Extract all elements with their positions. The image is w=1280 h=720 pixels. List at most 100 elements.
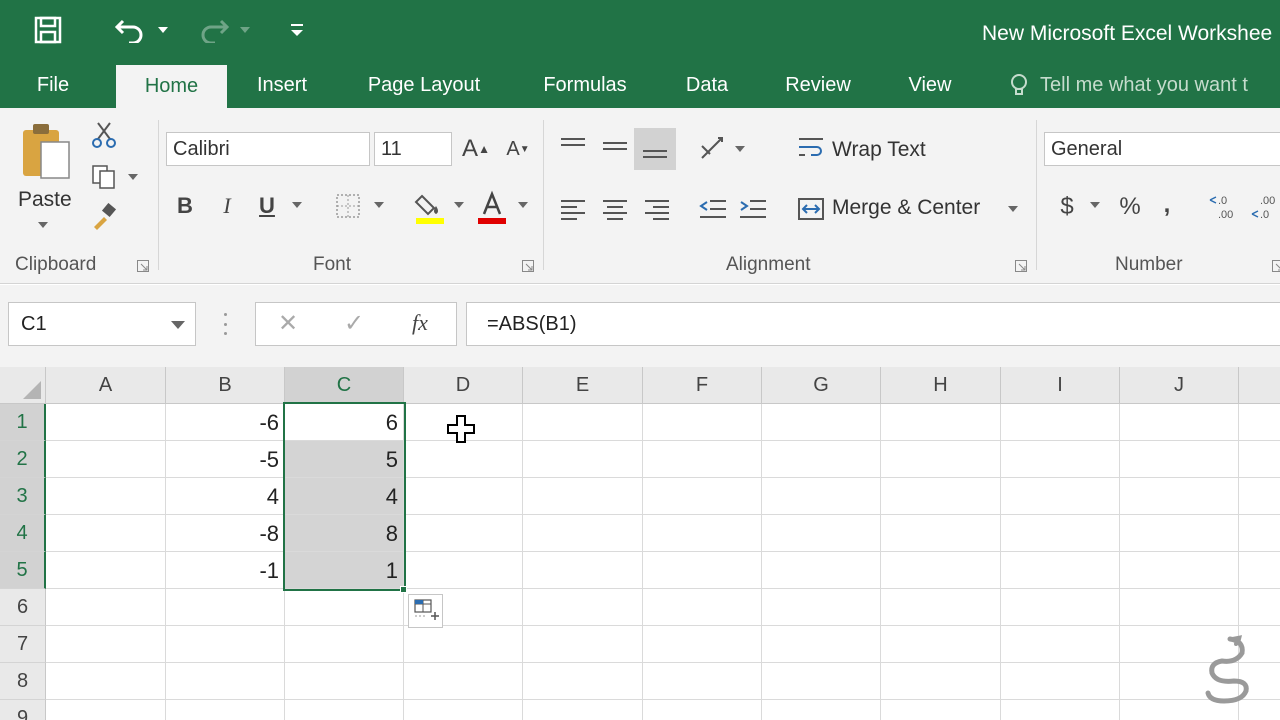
row-header-7[interactable]: 7 — [0, 626, 46, 663]
redo-dropdown-icon[interactable] — [236, 14, 254, 46]
cell-b5[interactable]: -1 — [166, 552, 285, 589]
comma-button[interactable]: , — [1158, 188, 1176, 222]
column-header-h[interactable]: H — [881, 367, 1001, 404]
row-header-6[interactable]: 6 — [0, 589, 46, 626]
font-size-select[interactable]: 11 — [374, 132, 452, 166]
number-launcher-icon[interactable] — [1272, 260, 1280, 272]
bold-button[interactable]: B — [172, 190, 198, 222]
cell-c4[interactable]: 8 — [285, 515, 404, 552]
underline-dropdown-icon[interactable] — [290, 200, 304, 210]
paste-label[interactable]: Paste — [18, 188, 72, 212]
row-header-1[interactable]: 1 — [0, 404, 46, 441]
save-icon[interactable] — [30, 14, 66, 46]
cell-c3[interactable]: 4 — [285, 478, 404, 515]
font-color-icon[interactable] — [476, 190, 508, 224]
decrease-font-size-icon[interactable]: A ▼ — [504, 134, 532, 164]
wrap-text-icon[interactable] — [796, 134, 826, 164]
splitter-handle[interactable] — [222, 313, 228, 335]
top-align-icon[interactable] — [556, 132, 590, 162]
currency-button[interactable]: $ — [1054, 190, 1080, 224]
clipboard-launcher-icon[interactable] — [137, 260, 149, 272]
wrap-text-button[interactable]: Wrap Text — [832, 138, 926, 162]
formula-input[interactable]: =ABS(B1) — [466, 302, 1280, 346]
fill-color-icon[interactable] — [414, 190, 446, 224]
paste-dropdown-icon[interactable] — [36, 220, 50, 230]
column-header-b[interactable]: B — [166, 367, 285, 404]
cell-c2[interactable]: 5 — [285, 441, 404, 478]
underline-button[interactable]: U — [254, 190, 280, 222]
column-header-k[interactable] — [1239, 367, 1280, 404]
orientation-icon[interactable] — [696, 132, 730, 164]
increase-decimal-icon[interactable]: .0.00 — [1208, 192, 1240, 222]
alignment-launcher-icon[interactable] — [1015, 260, 1027, 272]
column-header-i[interactable]: I — [1001, 367, 1120, 404]
paste-icon[interactable] — [16, 120, 74, 186]
borders-dropdown-icon[interactable] — [372, 200, 386, 210]
undo-icon[interactable] — [112, 14, 148, 46]
fill-handle[interactable] — [400, 586, 407, 593]
tab-file[interactable]: File — [22, 62, 84, 108]
row-header-4[interactable]: 4 — [0, 515, 46, 552]
cell-c1[interactable]: 6 — [285, 404, 404, 441]
format-painter-icon[interactable] — [88, 202, 120, 232]
insert-function-icon[interactable]: fx — [412, 310, 428, 336]
worksheet-grid[interactable]: A B C D E F G H I J 1 2 3 4 5 6 7 8 9 -6… — [0, 367, 1280, 720]
row-header-3[interactable]: 3 — [0, 478, 46, 515]
copy-dropdown-icon[interactable] — [126, 172, 140, 182]
column-header-g[interactable]: G — [762, 367, 881, 404]
column-header-c[interactable]: C — [285, 367, 404, 404]
column-header-j[interactable]: J — [1120, 367, 1239, 404]
decrease-decimal-icon[interactable]: .00.0 — [1250, 192, 1280, 222]
tab-data[interactable]: Data — [676, 62, 738, 108]
cell-b1[interactable]: -6 — [166, 404, 285, 441]
column-header-d[interactable]: D — [404, 367, 523, 404]
percent-button[interactable]: % — [1116, 190, 1144, 224]
cell-c5[interactable]: 1 — [285, 552, 404, 589]
merge-center-button[interactable]: Merge & Center — [832, 196, 980, 220]
middle-align-icon[interactable] — [598, 132, 632, 162]
bottom-align-icon[interactable] — [634, 128, 676, 170]
italic-button[interactable]: I — [214, 190, 240, 222]
align-right-icon[interactable] — [640, 196, 674, 222]
name-box[interactable]: C1 — [8, 302, 196, 346]
column-header-f[interactable]: F — [643, 367, 762, 404]
merge-center-icon[interactable] — [796, 194, 826, 224]
align-center-icon[interactable] — [598, 196, 632, 222]
tab-formulas[interactable]: Formulas — [530, 62, 640, 108]
cancel-icon[interactable]: ✕ — [278, 309, 298, 338]
enter-icon[interactable]: ✓ — [344, 309, 364, 338]
undo-dropdown-icon[interactable] — [154, 14, 172, 46]
align-left-icon[interactable] — [556, 196, 590, 222]
increase-font-size-icon[interactable]: A ▲ — [462, 134, 490, 164]
redo-icon[interactable] — [196, 14, 232, 46]
orientation-dropdown-icon[interactable] — [734, 144, 746, 154]
column-header-a[interactable]: A — [46, 367, 166, 404]
number-format-select[interactable]: General — [1044, 132, 1280, 166]
customize-toolbar-icon[interactable] — [288, 14, 306, 46]
cell-b4[interactable]: -8 — [166, 515, 285, 552]
cut-icon[interactable] — [88, 120, 120, 150]
fill-color-dropdown-icon[interactable] — [452, 200, 466, 210]
borders-icon[interactable] — [334, 192, 362, 220]
increase-indent-icon[interactable] — [736, 196, 770, 222]
quick-analysis-button[interactable] — [408, 594, 443, 628]
copy-icon[interactable] — [88, 162, 120, 192]
font-color-dropdown-icon[interactable] — [516, 200, 530, 210]
decrease-indent-icon[interactable] — [696, 196, 730, 222]
tab-view[interactable]: View — [896, 62, 964, 108]
tab-page-layout[interactable]: Page Layout — [352, 62, 496, 108]
tab-review[interactable]: Review — [774, 62, 862, 108]
font-name-select[interactable]: Calibri — [166, 132, 370, 166]
font-launcher-icon[interactable] — [522, 260, 534, 272]
cell-b3[interactable]: 4 — [166, 478, 285, 515]
row-header-2[interactable]: 2 — [0, 441, 46, 478]
column-header-e[interactable]: E — [523, 367, 643, 404]
row-header-9[interactable]: 9 — [0, 700, 46, 720]
tab-insert[interactable]: Insert — [244, 62, 320, 108]
row-header-8[interactable]: 8 — [0, 663, 46, 700]
select-all-button[interactable] — [0, 367, 46, 404]
name-box-dropdown-icon[interactable] — [171, 321, 185, 329]
tab-home[interactable]: Home — [116, 65, 227, 108]
row-header-5[interactable]: 5 — [0, 552, 46, 589]
currency-dropdown-icon[interactable] — [1088, 200, 1102, 210]
